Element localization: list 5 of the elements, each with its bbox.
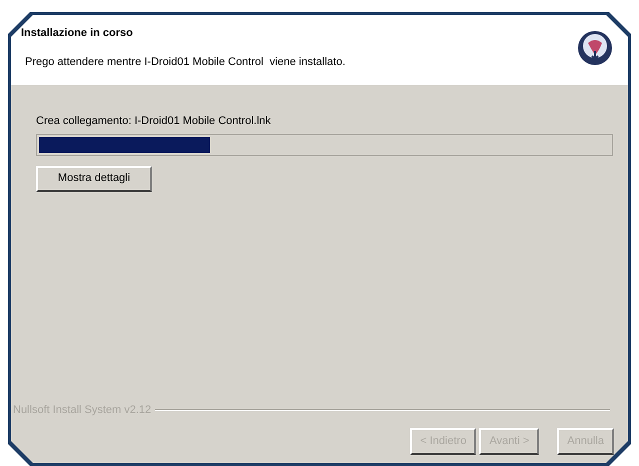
globe-icon	[576, 29, 614, 67]
details-button[interactable]: Mostra dettagli	[36, 166, 152, 192]
subtitle-text: Prego attendere mentre I-Droid01 Mobile Control viene installato.	[24, 54, 346, 70]
status-text: Crea collegamento: I-Droid01 Mobile Control.lnk	[36, 114, 272, 129]
window-title: Installazione in corso	[21, 26, 134, 41]
